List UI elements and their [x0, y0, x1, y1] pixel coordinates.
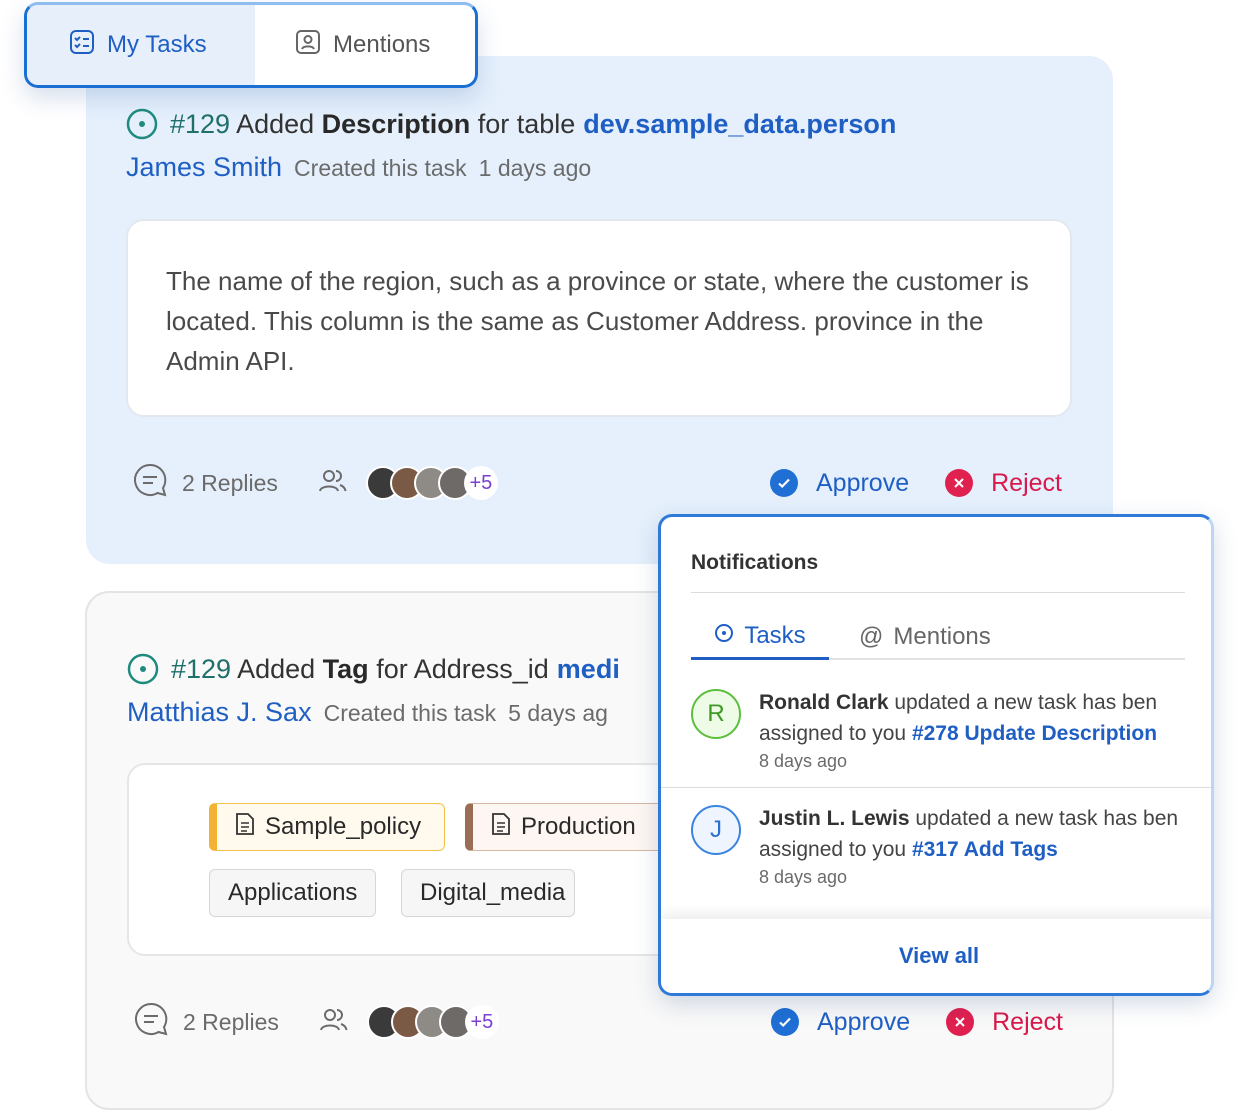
approve-button[interactable]: Approve — [771, 1008, 910, 1037]
comment-icon — [132, 462, 168, 504]
task-id[interactable]: #129 — [171, 654, 231, 685]
action-field: Description — [321, 108, 471, 139]
reject-button[interactable]: Reject — [946, 1008, 1063, 1037]
task-actions: Approve Reject — [771, 1008, 1063, 1037]
close-icon — [946, 1008, 975, 1036]
document-icon — [235, 812, 255, 843]
tab-tasks[interactable]: Tasks — [691, 615, 829, 660]
task-action: Added Description for table — [236, 109, 575, 140]
notification-time: 8 days ago — [759, 751, 848, 771]
close-icon — [945, 469, 974, 497]
tag-chip[interactable]: Production — [465, 803, 665, 851]
task-meta: James Smith Created this task 1 days ago — [126, 152, 591, 183]
action-prefix: Added — [237, 653, 316, 684]
notification-text: Ronald Clark updated a new task has ben … — [759, 687, 1199, 773]
tab-my-tasks[interactable]: My Tasks — [27, 5, 255, 85]
task-action: Added Tag for Address_id — [237, 654, 549, 685]
tag-label: Production — [521, 813, 636, 840]
tab-mentions-label: Mentions — [333, 31, 431, 58]
tab-mentions[interactable]: @ Mentions — [859, 615, 991, 658]
task-target-link[interactable]: dev.sample_data.person — [583, 109, 896, 140]
notification-text: Justin L. Lewis updated a new task has b… — [759, 803, 1199, 889]
tag-chip[interactable]: Applications — [209, 869, 377, 917]
tag-label: Digital_media — [420, 879, 566, 906]
replies-count: 2 Replies — [183, 1008, 279, 1035]
tab-tasks-label: Tasks — [744, 622, 806, 649]
check-icon — [770, 469, 798, 497]
more-avatars-count[interactable]: +5 — [463, 466, 498, 500]
task-id[interactable]: #129 — [170, 109, 230, 140]
approve-label: Approve — [817, 1007, 911, 1036]
user-badge-icon — [295, 29, 321, 62]
task-footer: 2 Replies +5 Approve Reject — [133, 1002, 1063, 1042]
reject-label: Reject — [991, 468, 1062, 497]
action-suffix: for table — [477, 108, 576, 139]
approve-button[interactable]: Approve — [770, 469, 909, 498]
tab-mentions-label: Mentions — [893, 622, 991, 650]
task-age: 5 days ag — [508, 700, 608, 726]
open-status-icon — [126, 108, 158, 140]
notification-user: Ronald Clark — [759, 691, 889, 714]
task-meta: Matthias J. Sax Created this task 5 days… — [127, 697, 608, 728]
notification-time: 8 days ago — [759, 867, 848, 887]
divider — [691, 592, 1185, 593]
task-status-icon — [714, 622, 734, 650]
users-icon — [319, 1006, 349, 1039]
tag-chip[interactable]: Digital_media — [401, 869, 575, 917]
replies-button[interactable]: 2 Replies — [133, 1001, 279, 1043]
task-actions: Approve Reject — [770, 469, 1062, 498]
avatar-group: +5 — [366, 1005, 499, 1039]
tag-label: Sample_policy — [265, 813, 422, 840]
replies-count: 2 Replies — [182, 469, 278, 496]
reject-label: Reject — [992, 1007, 1063, 1036]
action-field: Tag — [322, 653, 369, 684]
more-avatars-count[interactable]: +5 — [464, 1005, 499, 1039]
task-card: #129 Added Description for table dev.sam… — [86, 56, 1113, 564]
task-created-label: Created this task — [323, 700, 497, 726]
notifications-title: Notifications — [691, 551, 819, 574]
tab-mentions[interactable]: Mentions — [255, 5, 475, 85]
task-list-icon — [69, 29, 95, 62]
task-author[interactable]: James Smith — [126, 152, 282, 183]
users-icon — [318, 467, 348, 500]
at-sign-icon: @ — [859, 622, 884, 650]
notifications-panel: Notifications Tasks @ Mentions R Ronald … — [658, 514, 1214, 996]
task-created-label: Created this task — [294, 155, 467, 181]
reject-button[interactable]: Reject — [945, 469, 1062, 498]
divider — [661, 787, 1211, 788]
tags-box: Sample_policy Production Applications Di… — [127, 763, 687, 956]
task-footer: 2 Replies +5 Approve Reject — [132, 463, 1062, 503]
comment-icon — [133, 1001, 169, 1043]
notification-user: Justin L. Lewis — [759, 807, 910, 830]
document-icon — [491, 812, 511, 843]
check-icon — [771, 1008, 799, 1036]
task-tab-switcher: My Tasks Mentions — [24, 2, 478, 88]
task-description: The name of the region, such as a provin… — [126, 219, 1072, 417]
approve-label: Approve — [816, 468, 910, 497]
tag-label: Applications — [228, 879, 358, 906]
tag-chip[interactable]: Sample_policy — [209, 803, 445, 851]
task-title: #129 Added Description for table dev.sam… — [126, 108, 896, 140]
action-suffix: for Address_id — [376, 653, 549, 684]
task-title: #129 Added Tag for Address_id medi — [127, 653, 620, 685]
avatar: J — [691, 805, 741, 855]
notification-tabs: Tasks @ Mentions — [691, 615, 1185, 660]
task-author[interactable]: Matthias J. Sax — [127, 697, 312, 728]
tab-my-tasks-label: My Tasks — [107, 31, 207, 58]
assignees[interactable]: +5 — [319, 1005, 499, 1039]
notification-task-link[interactable]: #278 Update Description — [912, 722, 1157, 745]
notifications-footer: View all — [661, 919, 1211, 993]
avatar: R — [691, 689, 741, 739]
notification-task-link[interactable]: #317 Add Tags — [912, 838, 1058, 861]
view-all-link[interactable]: View all — [899, 943, 979, 969]
open-status-icon — [127, 653, 159, 685]
task-target-link[interactable]: medi — [557, 654, 620, 685]
assignees[interactable]: +5 — [318, 466, 498, 500]
action-prefix: Added — [236, 108, 315, 139]
task-age: 1 days ago — [478, 155, 592, 181]
avatar-group: +5 — [365, 466, 498, 500]
replies-button[interactable]: 2 Replies — [132, 462, 278, 504]
